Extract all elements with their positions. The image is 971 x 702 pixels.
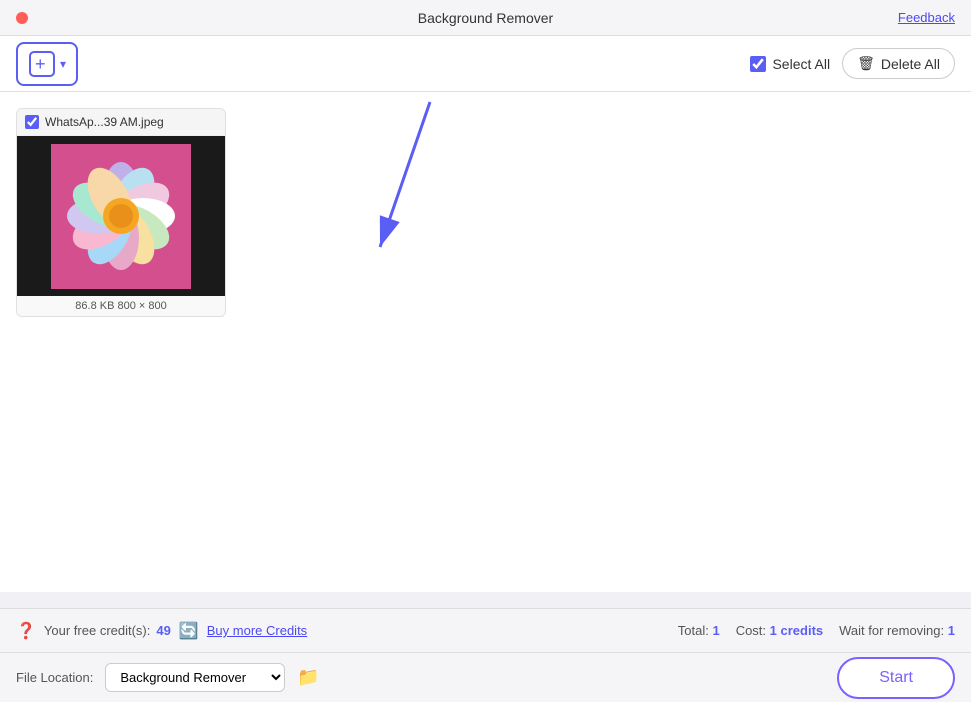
folder-icon: 📁 [297,667,319,687]
window-controls [16,12,28,24]
svg-text:+: + [35,54,46,74]
total-value: 1 [712,623,719,638]
file-location-label: File Location: [16,670,93,685]
buy-credits-link[interactable]: Buy more Credits [207,623,307,638]
trash-icon: 🗑 [857,55,875,72]
start-button[interactable]: Start [837,657,955,699]
credits-count: 49 [156,623,170,638]
add-button-dropdown-icon: ▾ [60,57,66,71]
totals-section: Total: 1 Cost: 1 credits Wait for removi… [678,623,955,638]
delete-all-button[interactable]: 🗑 Delete All [842,48,955,79]
wait-value: 1 [948,623,955,638]
main-content: WhatsAp...39 AM.jpeg [0,92,971,592]
wait-label: Wait for removing: 1 [839,623,955,638]
add-files-button[interactable]: + ▾ [16,42,78,86]
flower-svg [21,139,221,294]
image-card-header: WhatsAp...39 AM.jpeg [17,109,225,136]
image-preview [17,136,225,296]
image-info: 86.8 KB 800 × 800 [17,296,225,316]
select-all-label: Select All [772,56,830,72]
file-location-select[interactable]: Background Remover [105,663,285,692]
credits-info: Your free credit(s): 49 [44,623,171,638]
cost-value: 1 credits [770,623,823,638]
image-filename: WhatsAp...39 AM.jpeg [45,115,164,129]
delete-all-label: Delete All [881,56,940,72]
total-label: Total: 1 [678,623,720,638]
add-file-icon: + [28,50,56,78]
toolbar: + ▾ Select All 🗑 Delete All [0,36,971,92]
select-all-checkbox[interactable] [750,56,766,72]
select-all-container[interactable]: Select All [750,56,830,72]
file-location-bar: File Location: Background Remover 📁 Star… [0,652,971,702]
bottom-status-bar: ❓ Your free credit(s): 49 🔄 Buy more Cre… [0,608,971,652]
app-title: Background Remover [418,10,553,26]
feedback-link[interactable]: Feedback [898,10,955,25]
open-folder-button[interactable]: 📁 [297,667,319,688]
image-checkbox[interactable] [25,115,39,129]
credits-label: Your free credit(s): [44,623,150,638]
help-icon: ❓ [16,621,36,641]
cost-label: Cost: 1 credits [736,623,823,638]
toolbar-actions: Select All 🗑 Delete All [750,48,955,79]
refresh-icon[interactable]: 🔄 [179,621,199,641]
image-card: WhatsAp...39 AM.jpeg [16,108,226,317]
image-grid: WhatsAp...39 AM.jpeg [16,108,955,317]
close-button-icon[interactable] [16,12,28,24]
title-bar: Background Remover Feedback [0,0,971,36]
